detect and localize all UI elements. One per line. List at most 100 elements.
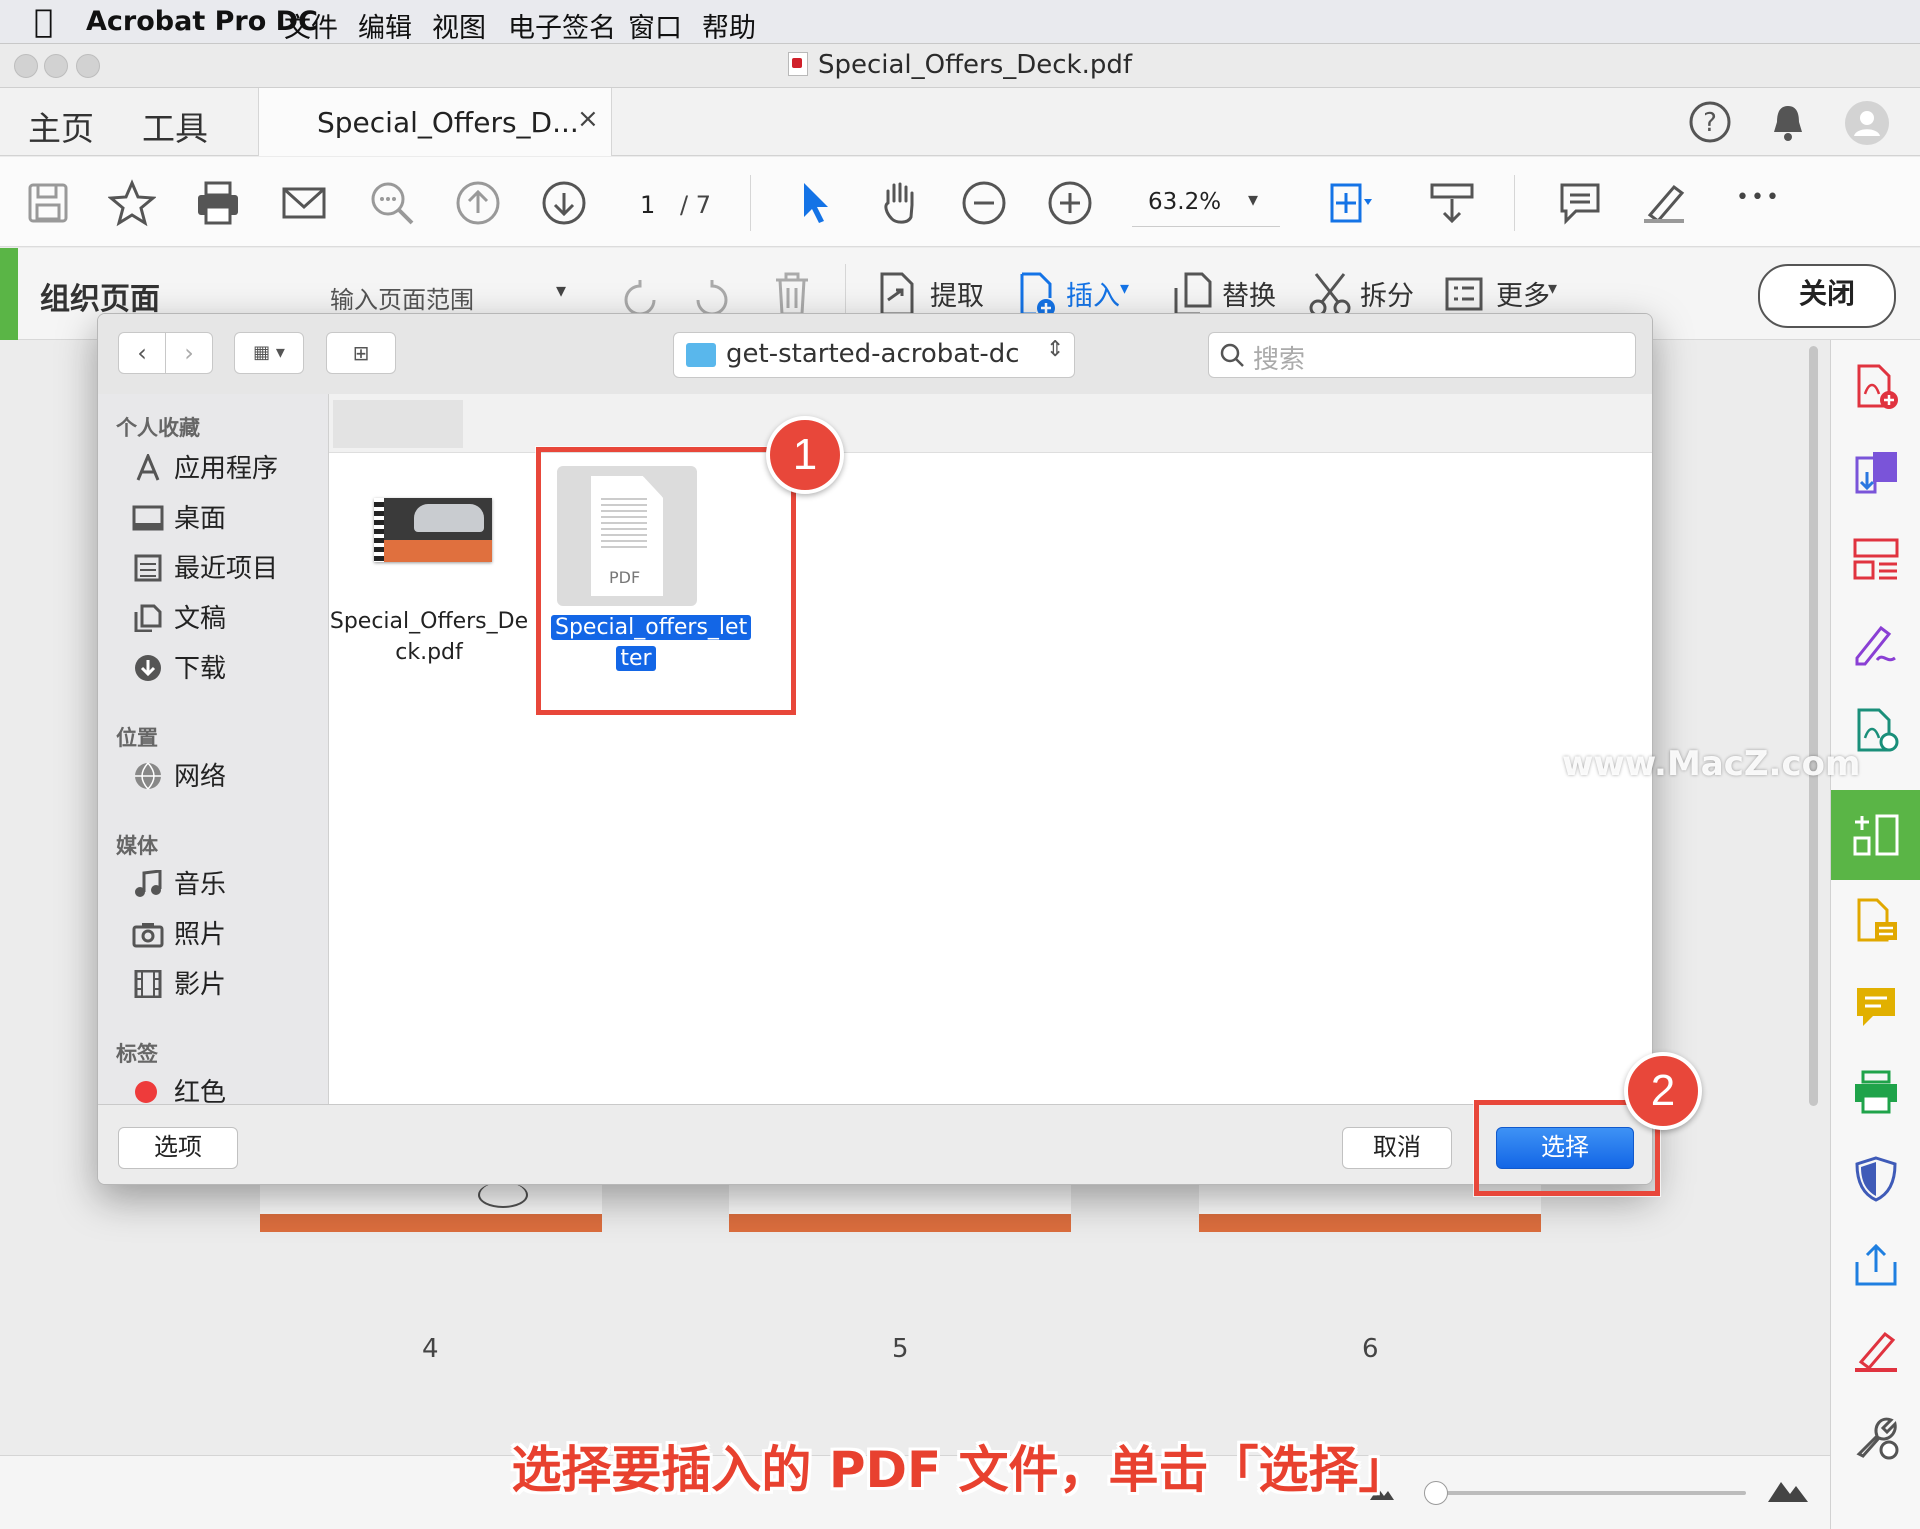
page-range-input[interactable]: 输入页面范围	[330, 280, 474, 315]
options-button[interactable]: 选项	[118, 1127, 238, 1169]
file-item[interactable]: Special_Offers_De ck.pdf	[330, 466, 528, 676]
account-avatar-icon[interactable]	[1844, 100, 1890, 146]
insert-icon[interactable]	[1014, 270, 1058, 318]
sidebar-item-documents[interactable]: 文稿	[132, 598, 226, 635]
close-organize-button[interactable]: 关闭	[1758, 264, 1896, 328]
cancel-button[interactable]: 取消	[1342, 1127, 1452, 1169]
menu-help[interactable]: 帮助	[702, 6, 756, 45]
search-icon	[1220, 343, 1244, 367]
sidebar-item-network[interactable]: 网络	[132, 756, 226, 793]
pdf-file-icon	[787, 52, 808, 76]
thumb-film-edge	[374, 498, 384, 562]
zoom-select[interactable]: 63.2% ▾	[1132, 179, 1280, 227]
sidebar-header-locations: 位置	[116, 726, 158, 750]
location-popup[interactable]: get-started-acrobat-dc ⇕	[673, 332, 1075, 378]
share-upload-icon[interactable]	[1851, 1240, 1901, 1290]
insert-chevron-down-icon[interactable]: ▾	[1120, 278, 1129, 299]
menu-view[interactable]: 视图	[432, 6, 486, 45]
fit-page-icon[interactable]	[1326, 179, 1374, 227]
page-number-field[interactable]: 1	[640, 191, 655, 219]
menu-edit[interactable]: 编辑	[358, 6, 412, 45]
back-chevron-icon[interactable]: ‹	[118, 332, 166, 374]
desktop-icon	[132, 505, 164, 531]
highlight-pen-icon[interactable]	[1640, 179, 1688, 227]
extract-button[interactable]: 提取	[930, 274, 984, 313]
apple-icon[interactable]: 	[34, 2, 53, 40]
step-badge-1: 1	[766, 416, 844, 494]
sidebar-item-movies[interactable]: 影片	[132, 964, 226, 1001]
zoom-in-icon[interactable]	[1046, 179, 1094, 227]
tutorial-caption: 选择要插入的 PDF 文件，单击「选择」	[511, 1441, 1409, 1499]
sidebar-item-recents[interactable]: 最近项目	[132, 548, 278, 585]
request-signature-icon[interactable]	[1851, 1326, 1901, 1376]
rotate-right-icon[interactable]	[690, 274, 734, 318]
tab-tools[interactable]: 工具	[142, 102, 208, 150]
help-icon[interactable]: ?	[1688, 100, 1732, 144]
vertical-scrollbar[interactable]	[1806, 346, 1822, 1106]
comment-icon[interactable]	[1556, 179, 1604, 227]
insert-button[interactable]: 插入	[1066, 274, 1120, 313]
sidebar-item-label: 网络	[174, 762, 227, 792]
page-up-icon[interactable]	[454, 179, 502, 227]
page-thumbnail-5[interactable]	[729, 1180, 1071, 1232]
view-mode-grid-icon[interactable]: ▦ ▾	[234, 332, 304, 374]
rotate-left-icon[interactable]	[618, 274, 662, 318]
sidebar-header-media: 媒体	[116, 834, 158, 858]
more-button[interactable]: 更多	[1496, 274, 1550, 313]
organize-pages-icon[interactable]	[1851, 810, 1901, 860]
menu-file[interactable]: 文件	[284, 6, 338, 45]
edit-pdf-icon[interactable]	[1851, 534, 1901, 584]
title-bar: Special_Offers_Deck.pdf	[0, 44, 1920, 88]
fill-sign-icon[interactable]	[1851, 620, 1901, 670]
more-list-icon[interactable]	[1444, 274, 1484, 314]
sidebar-item-music[interactable]: 音乐	[132, 864, 226, 901]
bell-icon[interactable]	[1770, 102, 1806, 142]
email-icon[interactable]	[280, 179, 328, 227]
comment-tool-icon[interactable]	[1851, 982, 1901, 1032]
range-chevron-down-icon[interactable]: ▾	[556, 278, 566, 302]
sidebar-item-downloads[interactable]: 下载	[132, 648, 226, 685]
toolbar-divider	[1514, 175, 1515, 231]
more-chevron-down-icon[interactable]: ▾	[1548, 278, 1557, 299]
export-pdf-icon[interactable]	[1851, 448, 1901, 498]
replace-icon[interactable]	[1170, 270, 1216, 318]
menu-esign[interactable]: 电子签名	[508, 6, 616, 45]
window-title-text: Special_Offers_Deck.pdf	[817, 50, 1133, 80]
star-icon[interactable]	[107, 179, 157, 227]
more-tools-icon[interactable]: •••	[1736, 185, 1781, 210]
split-button[interactable]: 拆分	[1360, 274, 1414, 313]
create-pdf-icon[interactable]	[1851, 362, 1901, 412]
tab-document[interactable]: Special_Offers_D... ×	[258, 88, 612, 156]
page-down-icon[interactable]	[540, 179, 588, 227]
protect-shield-icon[interactable]	[1851, 1154, 1901, 1204]
sidebar-item-label: 影片	[174, 970, 227, 1000]
page-thumbnail-4[interactable]	[260, 1180, 602, 1232]
forward-chevron-icon[interactable]: ›	[165, 332, 213, 374]
delete-trash-icon[interactable]	[770, 270, 814, 318]
search-input[interactable]: 搜索	[1208, 332, 1636, 378]
split-scissors-icon[interactable]	[1308, 270, 1352, 318]
dialog-footer: 选项 取消 选择	[98, 1104, 1652, 1184]
tab-home[interactable]: 主页	[28, 102, 94, 150]
page-number-label: 4	[422, 1334, 439, 1364]
sidebar-item-applications[interactable]: 应用程序	[132, 448, 278, 485]
sidebar-item-desktop[interactable]: 桌面	[132, 498, 226, 535]
tab-close-button[interactable]: ×	[577, 104, 599, 134]
sidebar-item-photos[interactable]: 照片	[132, 914, 226, 951]
extract-icon[interactable]	[874, 270, 918, 318]
save-icon[interactable]	[24, 179, 72, 227]
print-icon[interactable]	[194, 179, 242, 227]
music-note-icon	[135, 870, 162, 897]
search-text-icon[interactable]	[368, 179, 416, 227]
replace-button[interactable]: 替换	[1222, 274, 1276, 313]
scroll-mode-icon[interactable]	[1428, 179, 1476, 227]
zoom-out-icon[interactable]	[960, 179, 1008, 227]
new-folder-icon[interactable]: ⊞	[326, 332, 396, 374]
scrollbar-thumb[interactable]	[1809, 346, 1818, 1106]
hand-tool-icon[interactable]	[876, 179, 924, 227]
select-cursor-icon[interactable]	[792, 179, 840, 227]
watermark: www.MacZ.com	[1562, 744, 1861, 784]
print-production-icon[interactable]	[1851, 1068, 1901, 1118]
menu-window[interactable]: 窗口	[628, 6, 682, 45]
prepare-form-icon[interactable]	[1851, 896, 1901, 946]
